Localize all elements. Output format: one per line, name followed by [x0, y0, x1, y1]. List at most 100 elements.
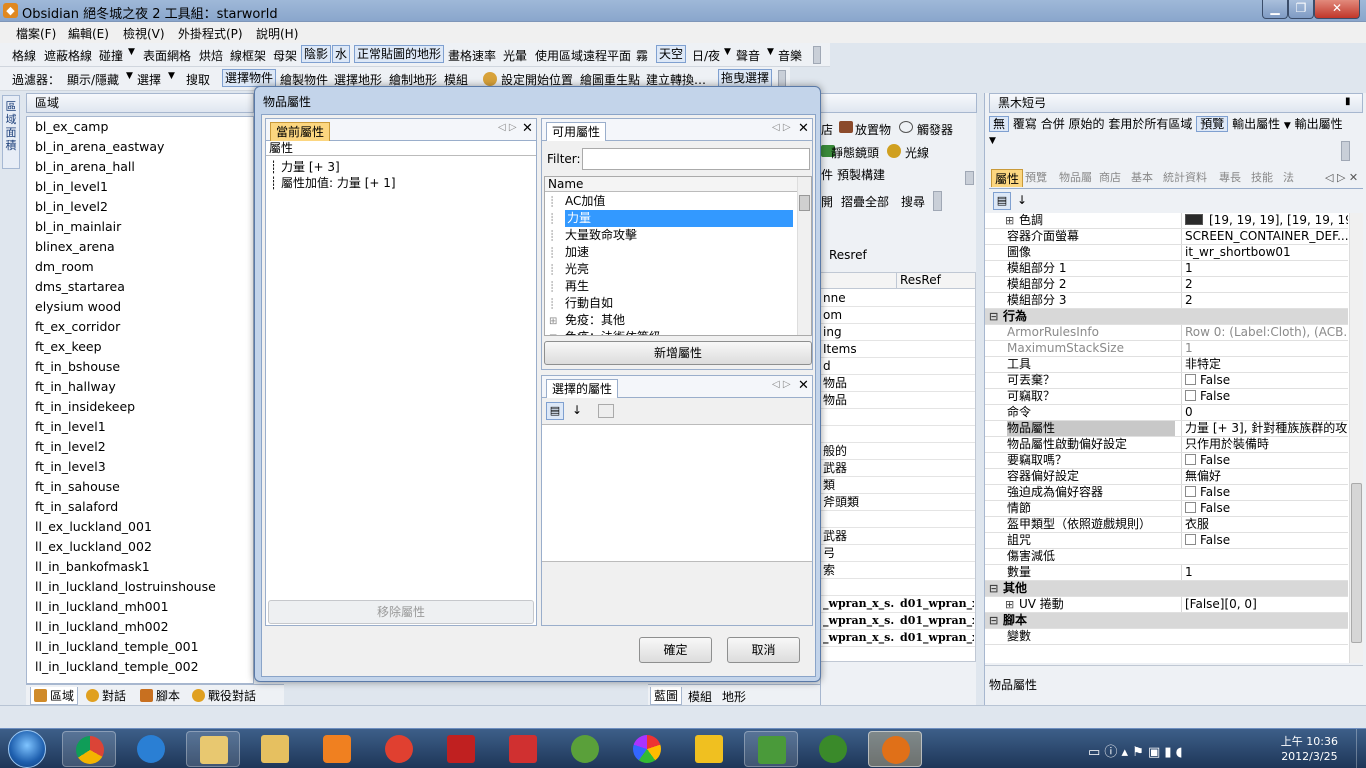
property-value[interactable]: 力量 [+ 3], 針對種族族群的攻... [1181, 421, 1348, 436]
blueprint-row[interactable]: 弓 [821, 545, 975, 562]
property-row[interactable]: MaximumStackSize 1 [985, 341, 1348, 357]
taskbar-ie[interactable] [124, 731, 178, 767]
property-row[interactable]: 要竊取嗎？ False [985, 453, 1348, 469]
current-item-0[interactable]: ┊ 力量 [+ 3] [270, 158, 340, 175]
close-button[interactable]: ✕ [1314, 0, 1360, 19]
taskbar-obsidian-toolset[interactable] [868, 731, 922, 767]
tb-fog[interactable]: 霧 [636, 47, 648, 64]
tab-terrain[interactable]: 地形 [722, 688, 746, 705]
blueprint-row[interactable] [821, 579, 975, 596]
available-nav-arrows-icon[interactable]: ◁ ▷ [772, 122, 791, 133]
blueprint-row[interactable]: 般的 [821, 443, 975, 460]
property-value[interactable]: 1 [1181, 341, 1348, 356]
area-list-item[interactable]: ll_in_bankofmask1 [27, 557, 253, 577]
area-list-item[interactable]: ll_ex_luckland_002 [27, 537, 253, 557]
area-list-item[interactable]: bl_in_mainlair [27, 217, 253, 237]
tb-collision[interactable]: 碰撞 [99, 47, 123, 64]
tab-conversation[interactable]: 對話 [86, 687, 126, 705]
available-item[interactable]: ┊ 力量 [545, 210, 797, 227]
menu-plugins[interactable]: 外掛程式(P) [178, 25, 243, 42]
property-category[interactable]: ⊟ 行為 [985, 309, 1348, 325]
property-row[interactable]: 命令 0 [985, 405, 1348, 421]
checkbox[interactable] [1185, 534, 1196, 545]
selected-sort-icon[interactable]: ↓ [568, 402, 586, 420]
tb-select[interactable]: 選擇 [137, 71, 161, 88]
props-tab[interactable]: 統計資料 [1163, 169, 1207, 187]
area-list-item[interactable]: ft_in_level3 [27, 457, 253, 477]
available-close-icon[interactable]: ✕ [798, 121, 809, 136]
checkbox[interactable] [1185, 502, 1196, 513]
area-list-item[interactable]: ft_ex_corridor [27, 317, 253, 337]
current-col-header[interactable]: 屬性 [266, 141, 536, 156]
property-row[interactable]: 模組部分 2 2 [985, 277, 1348, 293]
selected-nav-arrows-icon[interactable]: ◁ ▷ [772, 379, 791, 390]
taskbar-media[interactable] [310, 731, 364, 767]
property-category[interactable]: ⊟ 腳本 [985, 613, 1348, 629]
property-row[interactable]: 模組部分 1 1 [985, 261, 1348, 277]
tab-campaign-conversation[interactable]: 戰役對話 [192, 687, 256, 705]
tb-occlusion-grid[interactable]: 遮蔽格線 [44, 47, 92, 64]
clock[interactable]: 上午 10:36 2012/3/25 [1281, 734, 1338, 764]
tb-shadow[interactable]: 陰影 [301, 45, 332, 63]
blueprint-row[interactable]: d [821, 358, 975, 375]
minimize-button[interactable]: ▁ [1262, 0, 1288, 19]
blueprint-row[interactable]: Items [821, 341, 975, 358]
property-value[interactable]: 無偏好 [1181, 469, 1348, 484]
area-list-item[interactable]: ft_in_level1 [27, 417, 253, 437]
area-list-item[interactable]: ll_in_luckland_mh002 [27, 617, 253, 637]
blueprint-row[interactable]: _wpran_x_s... d01_wpran_x_s [821, 613, 975, 630]
tb-show-hide-dropdown-icon[interactable]: ▼ [126, 71, 133, 81]
property-value[interactable]: [19, 19, 19], [19, 19, 19],... [1181, 213, 1348, 228]
taskbar-app6[interactable] [372, 731, 426, 767]
taskbar-app3[interactable] [186, 731, 240, 767]
property-value[interactable]: [False][0, 0] [1181, 597, 1348, 612]
property-value[interactable]: False [1181, 373, 1348, 388]
area-list-item[interactable]: bl_in_level2 [27, 197, 253, 217]
btn-merge[interactable]: 合併 [1041, 117, 1065, 131]
blueprint-toolbar-grip[interactable] [965, 171, 974, 185]
tb-sound[interactable]: 聲音 [736, 47, 760, 64]
remove-property-button[interactable]: 移除屬性 [268, 600, 534, 624]
property-row[interactable]: ⊞ 色調 [19, 19, 19], [19, 19, 19],... [985, 213, 1348, 229]
area-list-item[interactable]: ft_in_hallway [27, 377, 253, 397]
btn-collapse-all[interactable]: 摺疊全部 [841, 193, 889, 210]
property-row[interactable]: 可丟棄？ False [985, 373, 1348, 389]
taskbar-messenger[interactable] [744, 731, 798, 767]
property-value[interactable]: False [1181, 533, 1348, 548]
blueprint-row[interactable]: 武器 [821, 528, 975, 545]
area-list-item[interactable]: ll_in_luckland_temple_002 [27, 657, 253, 677]
property-row[interactable]: 數量 1 [985, 565, 1348, 581]
taskbar-chrome[interactable] [62, 731, 116, 767]
filter-input[interactable] [582, 148, 810, 170]
blueprint-row[interactable]: om [821, 307, 975, 324]
property-row[interactable]: ArmorRulesInfo Row 0: (Label:Cloth), (ACB… [985, 325, 1348, 341]
vtab-area[interactable]: 區域面積 [2, 95, 20, 169]
blueprint-row[interactable]: 物品 [821, 392, 975, 409]
show-desktop-button[interactable] [1356, 729, 1366, 768]
props-tab[interactable]: 基本 [1131, 169, 1153, 187]
taskbar-picasa[interactable] [620, 731, 674, 767]
property-value[interactable]: it_wr_shortbow01 [1181, 245, 1348, 260]
props-tab[interactable]: 法 [1283, 169, 1294, 187]
tb-daynight-dropdown-icon[interactable]: ▼ [724, 47, 731, 57]
tab-available-properties[interactable]: 可用屬性 [546, 122, 607, 141]
property-value[interactable]: SCREEN_CONTAINER_DEF... [1181, 229, 1348, 244]
tb-select-dropdown-icon[interactable]: ▼ [168, 71, 175, 81]
btn-original[interactable]: 原始的 [1069, 117, 1105, 131]
property-row[interactable]: 工具 非特定 [985, 357, 1348, 373]
area-list-item[interactable]: ft_in_salaford [27, 497, 253, 517]
current-nav-arrows-icon[interactable]: ◁ ▷ [498, 122, 517, 133]
collapse-icon[interactable]: ⊟ [989, 613, 998, 628]
available-item[interactable]: ┊ AC加值 [545, 193, 797, 210]
area-list-item[interactable]: bl_in_arena_hall [27, 157, 253, 177]
property-row[interactable]: 容器偏好設定 無偏好 [985, 469, 1348, 485]
property-value[interactable]: False [1181, 485, 1348, 500]
menu-file[interactable]: 檔案(F) [16, 25, 56, 42]
btn-expand[interactable]: 開 [821, 193, 833, 210]
blueprint-row[interactable]: nne [821, 290, 975, 307]
property-value[interactable]: 非特定 [1181, 357, 1348, 372]
property-row[interactable]: 模組部分 3 2 [985, 293, 1348, 309]
tb-sound-dropdown-icon[interactable]: ▼ [767, 47, 774, 57]
blueprint-row[interactable]: 類 [821, 477, 975, 494]
blueprint-row[interactable] [821, 511, 975, 528]
